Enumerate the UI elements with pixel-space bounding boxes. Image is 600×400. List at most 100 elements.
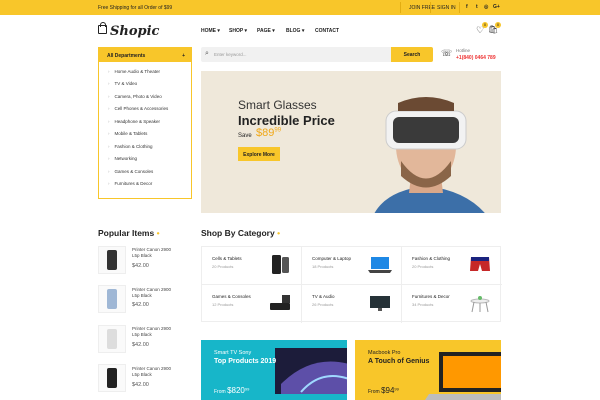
promo-price-amount: $820 bbox=[227, 386, 245, 395]
facebook-icon[interactable]: f bbox=[466, 4, 468, 10]
plus-icon[interactable]: + bbox=[182, 53, 185, 59]
hotline-number[interactable]: +1(840) 0464 789 bbox=[456, 55, 496, 61]
category-furnitures-decor[interactable]: Furnitures & Decor 34 Products bbox=[402, 285, 502, 323]
promo-line2: Top Products 2019 bbox=[214, 358, 277, 365]
product-price: $42.00 bbox=[132, 302, 149, 308]
nav-blog[interactable]: BLOG ▾ bbox=[286, 28, 304, 34]
nav-shop[interactable]: SHOP ▾ bbox=[229, 28, 247, 34]
tv-promo-image bbox=[275, 348, 347, 394]
search-input[interactable]: Enter keyword... bbox=[214, 52, 247, 57]
site-logo[interactable]: Shopic bbox=[110, 24, 159, 39]
category-count: 26 Products bbox=[312, 302, 334, 307]
shipping-notice: Free Shipping for all Order of $99 bbox=[98, 5, 173, 11]
category-name[interactable]: Furnitures & Decor bbox=[412, 294, 450, 299]
cart-badge: 0 bbox=[495, 22, 501, 28]
explore-more-button[interactable]: Explore More bbox=[238, 147, 280, 161]
console-image bbox=[270, 295, 290, 310]
category-grid: Cells & Tablets 20 Products Computer & L… bbox=[201, 246, 502, 323]
dept-item[interactable]: Games & Consoles bbox=[108, 169, 154, 174]
popular-title: Popular Items • bbox=[98, 228, 160, 238]
dept-item[interactable]: Networking bbox=[108, 156, 138, 161]
category-fashion-clothing[interactable]: Fashion & Clothing 20 Products bbox=[402, 247, 502, 285]
category-title-text: Shop By Category bbox=[201, 228, 275, 238]
departments-title: All Departments bbox=[107, 53, 146, 59]
search-icon: ⌕ bbox=[205, 50, 209, 57]
dept-item[interactable]: Fashion & Clothing bbox=[108, 144, 153, 149]
promo-price: From $9499 bbox=[368, 386, 399, 395]
divider bbox=[459, 2, 460, 13]
phone-image bbox=[107, 368, 117, 388]
promo-smart-tv[interactable]: Smart TV Sony Top Products 2019 From $82… bbox=[201, 340, 347, 400]
instagram-icon[interactable]: ◎ bbox=[484, 4, 488, 10]
promo-line1: Macbook Pro bbox=[368, 350, 401, 356]
shorts-image bbox=[470, 257, 490, 271]
dept-item[interactable]: Mobile & Tablets bbox=[108, 131, 148, 136]
nav-contact[interactable]: CONTACT bbox=[315, 28, 339, 34]
category-title: Shop By Category • bbox=[201, 228, 280, 238]
shopping-bag-logo-icon bbox=[98, 22, 107, 34]
product-name[interactable]: Printer Canon 2900 L5p Black bbox=[132, 366, 177, 378]
promo-macbook[interactable]: Macbook Pro A Touch of Genius From $9499 bbox=[355, 340, 501, 400]
dept-item[interactable]: Cell Phones & Accessories bbox=[108, 106, 169, 111]
tv-image bbox=[370, 296, 390, 311]
promo-from: From bbox=[368, 389, 380, 395]
category-count: 12 Products bbox=[212, 302, 234, 307]
promo-price-cents: 99 bbox=[394, 386, 399, 392]
phone-image bbox=[107, 250, 117, 270]
promo-from: From bbox=[214, 389, 226, 395]
hotline-label: Hotline bbox=[456, 48, 471, 53]
promo-price-cents: 99 bbox=[244, 386, 250, 392]
divider bbox=[430, 2, 431, 13]
category-cells-tablets[interactable]: Cells & Tablets 20 Products bbox=[202, 247, 302, 285]
search-bar: ⌕ Enter keyword... Search bbox=[201, 47, 433, 62]
dot-icon: • bbox=[156, 228, 160, 238]
dept-item[interactable]: Home Audio & Theater bbox=[108, 69, 160, 74]
promo-line1: Smart TV Sony bbox=[214, 350, 252, 356]
hero-save-label: Save bbox=[238, 133, 252, 139]
product-name[interactable]: Printer Canon 2900 L5p Black bbox=[132, 326, 177, 338]
promo-price: From $82099 bbox=[214, 386, 249, 395]
category-name[interactable]: TV & Audio bbox=[312, 294, 335, 299]
headset-icon: ☏ bbox=[441, 48, 453, 58]
category-tv-audio[interactable]: TV & Audio 26 Products bbox=[302, 285, 402, 323]
google-plus-icon[interactable]: G+ bbox=[493, 4, 500, 10]
join-free-link[interactable]: JOIN FREE bbox=[409, 5, 435, 11]
phone-image bbox=[107, 329, 117, 349]
popular-title-text: Popular Items bbox=[98, 228, 155, 238]
departments-menu: All Departments + Home Audio & Theater T… bbox=[98, 47, 192, 199]
product-price: $42.00 bbox=[132, 342, 149, 348]
category-count: 20 Products bbox=[212, 264, 234, 269]
category-computer-laptop[interactable]: Computer & Laptop 18 Products bbox=[302, 247, 402, 285]
table-image bbox=[470, 296, 490, 313]
dept-item[interactable]: Headphone & Speaker bbox=[108, 119, 161, 124]
category-count: 20 Products bbox=[412, 264, 434, 269]
dot-icon: • bbox=[277, 228, 281, 238]
phone-image bbox=[272, 255, 289, 274]
category-name[interactable]: Fashion & Clothing bbox=[412, 256, 450, 261]
top-bar: Free Shipping for all Order of $99 JOIN … bbox=[0, 0, 600, 15]
hero-price-amount: $89 bbox=[256, 127, 275, 139]
dept-item[interactable]: TV & Video bbox=[108, 81, 138, 86]
sign-in-link[interactable]: SIGN IN bbox=[437, 5, 456, 11]
product-name[interactable]: Printer Canon 2900 L5p Black bbox=[132, 287, 177, 299]
dept-item[interactable]: Camera, Photo & Video bbox=[108, 94, 162, 99]
category-games-consoles[interactable]: Games & Consoles 12 Products bbox=[202, 285, 302, 323]
phone-image bbox=[107, 289, 117, 309]
laptop-promo-image bbox=[425, 352, 501, 400]
category-name[interactable]: Games & Consoles bbox=[212, 294, 251, 299]
nav-page[interactable]: PAGE ▾ bbox=[257, 28, 275, 34]
departments-header[interactable]: All Departments + bbox=[99, 48, 191, 62]
category-name[interactable]: Computer & Laptop bbox=[312, 256, 351, 261]
hero-price-cents: 99 bbox=[274, 127, 282, 134]
search-button[interactable]: Search bbox=[391, 47, 433, 62]
dept-item[interactable]: Furnitures & Decor bbox=[108, 181, 153, 186]
hero-banner[interactable]: Smart Glasses Incredible Price Save $899… bbox=[201, 71, 501, 213]
twitter-icon[interactable]: t bbox=[476, 4, 478, 10]
promo-line2: A Touch of Genius bbox=[368, 358, 430, 365]
category-name[interactable]: Cells & Tablets bbox=[212, 256, 242, 261]
laptop-image bbox=[368, 257, 392, 273]
product-name[interactable]: Printer Canon 2900 L5p Black bbox=[132, 247, 177, 259]
category-count: 18 Products bbox=[312, 264, 334, 269]
nav-home[interactable]: HOME ▾ bbox=[201, 28, 220, 34]
product-price: $42.00 bbox=[132, 382, 149, 388]
